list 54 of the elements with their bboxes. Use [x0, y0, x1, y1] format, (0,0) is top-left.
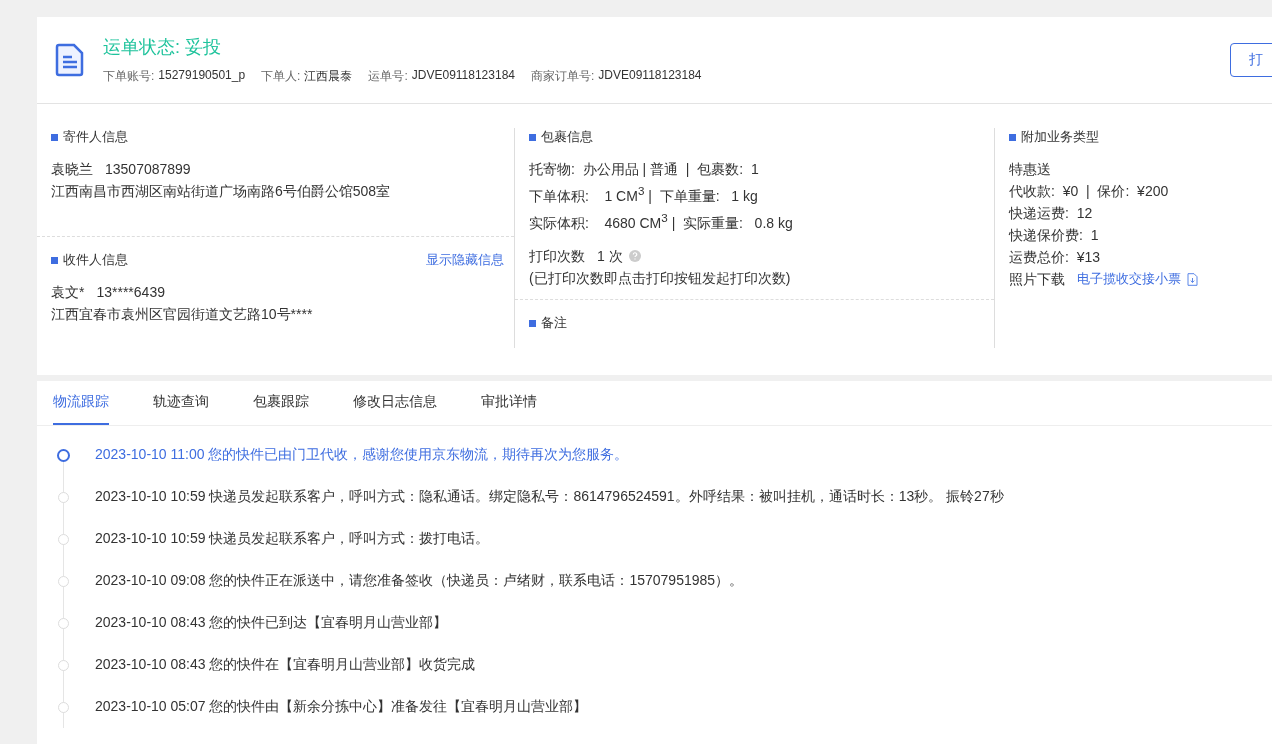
- meta-value: 15279190501_p: [158, 68, 246, 84]
- waybill-status: 运单状态: 妥投: [103, 36, 222, 59]
- section-title: 收件人信息: [63, 251, 128, 269]
- section-marker: [529, 319, 536, 327]
- meta-label: 运单号:: [368, 68, 408, 85]
- document-icon: [55, 43, 85, 77]
- print-count-label: 打印次数: [529, 247, 585, 267]
- sender-name: 袁晓兰: [51, 160, 93, 179]
- sender-address: 江西南昌市西湖区南站街道广场南路6号伯爵公馆508室: [51, 182, 392, 201]
- show-hidden-link[interactable]: 显示隐藏信息: [426, 251, 504, 269]
- section-marker: [51, 133, 58, 141]
- print-count: 1 次: [597, 247, 623, 267]
- tab[interactable]: 修改日志信息: [353, 381, 437, 425]
- sender-phone: 13507087899: [105, 160, 191, 179]
- tracking-event: 2023-10-10 11:00 您的快件已由门卫代收，感谢您使用京东物流，期待再次为您服务。: [95, 446, 629, 464]
- meta-value: 江西晨泰: [304, 68, 353, 85]
- package-detail: 下单体积: 1 CM$^{3}$ | 下单重量: 1 kg: [529, 183, 759, 206]
- print-note: (已打印次数即点击打印按钮发起打印次数): [529, 269, 792, 289]
- tracking-event: 2023-10-10 10:59 快递员发起联系客户，呼叫方式：拨打电话。: [95, 530, 490, 548]
- service-detail: 快递运费: 12: [1009, 204, 1094, 223]
- receiver-phone: 13****6439: [96, 283, 165, 302]
- meta-label: 下单账号:: [103, 68, 155, 85]
- package-detail: 实际体积: 4680 CM$^{3}$ | 实际重量: 0.8 kg: [529, 209, 794, 233]
- package-detail: 托寄物: 办公用品 | 普通 | 包裹数: 1: [529, 160, 760, 179]
- section-marker: [1009, 133, 1016, 141]
- service-detail: 运费总价: ¥13: [1009, 248, 1102, 267]
- tracking-event: 2023-10-10 10:59 快递员发起联系客户，呼叫方式：隐私通话。绑定隐私号：8614796524591。外呼结果：被叫挂机，通话时长：13秒。 振铃27秒: [95, 488, 1004, 506]
- meta-label: 商家订单号:: [531, 68, 595, 85]
- receipt-link[interactable]: 电子揽收交接小票: [1077, 268, 1181, 290]
- tab[interactable]: 轨迹查询: [153, 381, 209, 425]
- file-icon[interactable]: [1187, 272, 1198, 286]
- section-title: 包裹信息: [541, 128, 593, 146]
- section-title: 备注: [541, 314, 567, 333]
- receiver-name: 袁文*: [51, 283, 85, 302]
- tracking-event: 2023-10-10 08:43 您的快件在【宜春明月山营业部】收货完成: [95, 656, 476, 674]
- tab[interactable]: 物流跟踪: [53, 381, 109, 425]
- meta-value: JDVE09118123184: [411, 68, 515, 84]
- meta-value: JDVE09118123184: [598, 68, 702, 84]
- service-detail: 快递保价费: 1: [1009, 226, 1100, 245]
- service-detail: 代收款: ¥0 | 保价: ¥200: [1009, 182, 1170, 201]
- tracking-event: 2023-10-10 05:07 您的快件由【新余分拣中心】准备发往【宜春明月山营业部】: [95, 698, 588, 716]
- tab[interactable]: 审批详情: [481, 381, 537, 425]
- photo-download-label: 照片下载: [1009, 270, 1065, 289]
- tracking-event: 2023-10-10 08:43 您的快件已到达【宜春明月山营业部】: [95, 614, 448, 632]
- section-marker: [51, 256, 58, 264]
- section-marker: [529, 133, 536, 141]
- section-title: 寄件人信息: [63, 128, 128, 146]
- tab[interactable]: 包裹跟踪: [253, 381, 309, 425]
- meta-label: 下单人:: [261, 68, 301, 85]
- print-button[interactable]: 打: [1230, 43, 1272, 77]
- receiver-address: 江西宜春市袁州区官园街道文艺路10号****: [51, 305, 314, 324]
- tracking-event: 2023-10-10 09:08 您的快件正在派送中，请您准备签收（快递员：卢绪财，联系电话：15707951985）。: [95, 572, 744, 590]
- service-detail: 特惠送: [1009, 160, 1052, 179]
- section-title: 附加业务类型: [1021, 128, 1099, 146]
